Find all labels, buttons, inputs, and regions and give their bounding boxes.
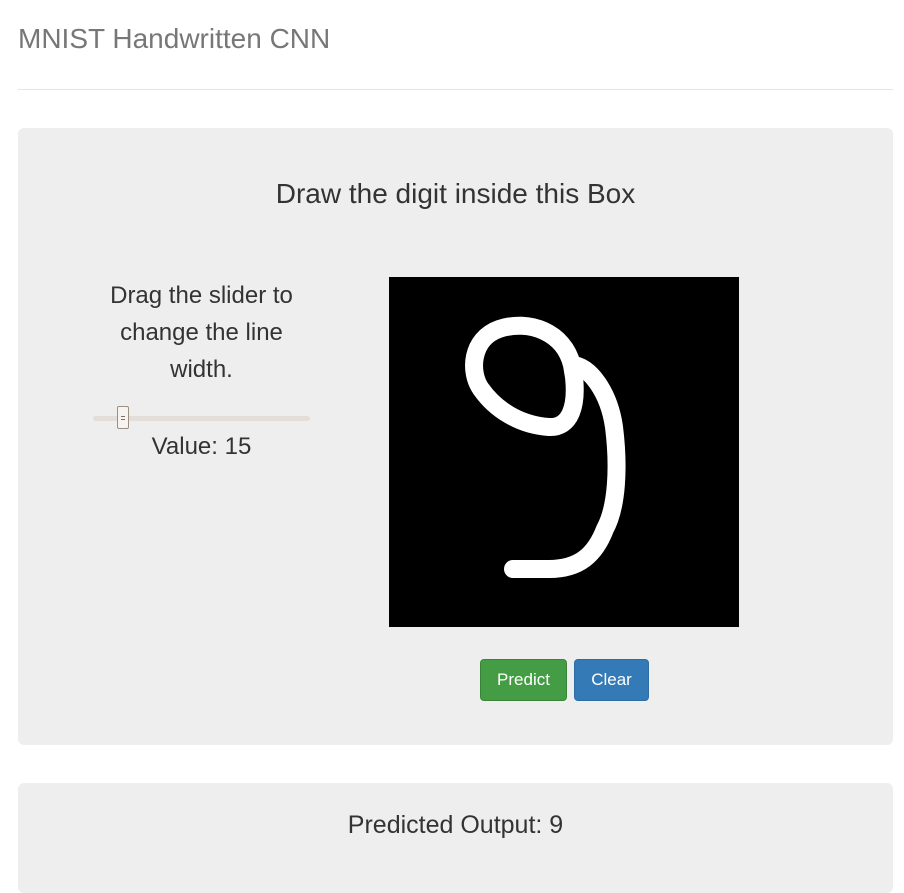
slider-value-label: Value: 15: [151, 433, 252, 460]
output-panel: Predicted Output: 9: [18, 783, 893, 893]
app-title: MNIST Handwritten CNN: [18, 23, 331, 54]
drawing-heading: Draw the digit inside this Box: [275, 178, 636, 209]
drawing-canvas[interactable]: [389, 277, 739, 627]
predicted-output-text: Predicted Output: 9: [347, 811, 564, 839]
slider-instructions: Drag the slider to change the line width…: [110, 282, 293, 383]
page-header: MNIST Handwritten CNN: [18, 0, 893, 90]
predict-button[interactable]: Predict: [480, 659, 567, 701]
slider-thumb[interactable]: [117, 406, 129, 429]
clear-button[interactable]: Clear: [574, 659, 649, 701]
drawing-panel: Draw the digit inside this Box Drag the …: [18, 128, 893, 745]
drawn-digit-stroke: [465, 316, 626, 578]
